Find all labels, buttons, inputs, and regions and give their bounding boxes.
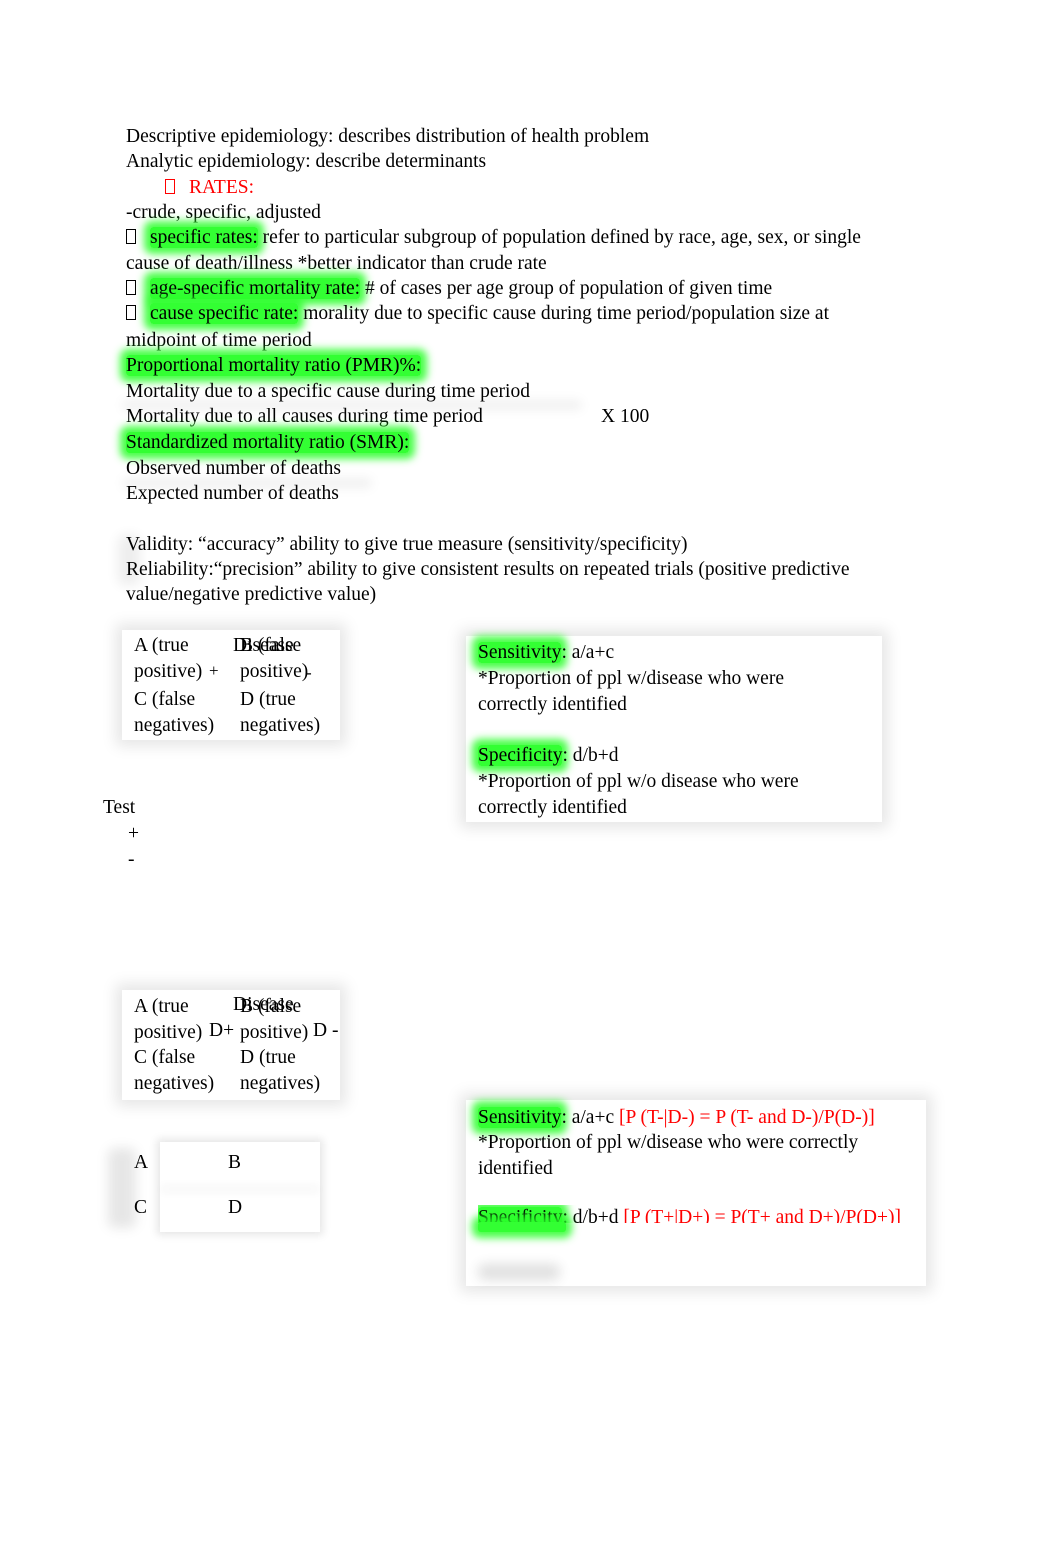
descriptive-epidemiology-line: Descriptive epidemiology: describes dist…: [126, 126, 650, 147]
box2-sensitivity-row: Sensitivity: a/a+c [P (T-|D-) = P (T- an…: [478, 1105, 875, 1130]
definition-specific-rates-continuation: cause of death/illness *better indicator…: [126, 253, 547, 274]
rate-item-cause-specific: cause specific rate: morality due to spe…: [126, 301, 829, 326]
test-plus-label: +: [128, 823, 139, 844]
box1-sensitivity-term: Sensitivity: [478, 642, 562, 663]
table2-cell-d: D (true negatives): [240, 1047, 321, 1094]
box1-specificity-note: *Proportion of ppl w/o disease who were …: [478, 771, 799, 818]
box2-sensitivity-term: Sensitivity: [478, 1107, 562, 1128]
smr-heading-row: Standardized mortality ratio (SMR):: [126, 430, 410, 455]
rates-heading: RATES:: [189, 177, 255, 198]
box1-sensitivity-formula: : a/a+c: [561, 642, 615, 663]
bullet-icon: [126, 280, 136, 295]
table1-disease-label: Disease: [233, 635, 294, 656]
box2-obscured-text: [478, 1264, 560, 1280]
pmr-multiplier: X 100: [601, 406, 650, 427]
pmr-denominator: Mortality due to all causes during time …: [126, 406, 483, 427]
bullet-icon: [126, 229, 136, 244]
box2-specificity-term: Specificity: [478, 1207, 563, 1223]
table3-cell-c: C: [134, 1197, 148, 1218]
definition-cause-specific-continuation: midpoint of time period: [126, 330, 312, 351]
table2-cell-c: C (false negatives): [134, 1047, 215, 1094]
validity-line: Validity: “accuracy” ability to give tru…: [126, 534, 688, 555]
box2-sensitivity-formula: : a/a+c: [561, 1107, 619, 1128]
box1-specificity-term: Specificity: [478, 745, 563, 766]
bullet-icon: [165, 179, 175, 194]
definition-cause-specific: morality due to specific cause during ti…: [298, 303, 830, 324]
reliability-line: Reliability:“precision” ability to give …: [126, 559, 850, 580]
table2-col-d-plus: D+: [209, 1020, 235, 1041]
test-minus-label: -: [128, 849, 135, 870]
bullet-icon: [126, 305, 136, 320]
box2-specificity-probability: [P (T+|D+) = P(T+ and D+)/P(D+)]: [623, 1207, 901, 1223]
term-cause-specific-rate: cause specific rate:: [150, 303, 299, 324]
table3-cell-d: D: [228, 1197, 243, 1218]
box1-sensitivity-note: *Proportion of ppl w/disease who were co…: [478, 668, 784, 715]
rate-item-age-specific: age-specific mortality rate: # of cases …: [126, 276, 772, 301]
reliability-line-continuation: value/negative predictive value): [126, 584, 377, 605]
rates-heading-row: RATES:: [165, 175, 254, 200]
table1-col-plus: +: [209, 661, 219, 680]
table2-col-d-minus: D -: [313, 1020, 339, 1041]
box1-specificity-formula: : d/b+d: [562, 745, 619, 766]
table1-cell-c: C (false negatives): [134, 689, 215, 736]
box2-specificity-row: Specificity: d/b+d [P (T+|D+) = P(T+ and…: [478, 1205, 938, 1223]
box1-specificity-row: Specificity: d/b+d: [478, 743, 618, 768]
box2-specificity-formula: : d/b+d: [562, 1207, 624, 1223]
analytic-epidemiology-line: Analytic epidemiology: describe determin…: [126, 151, 487, 172]
box2-highlight-remnant: [478, 1222, 566, 1232]
rate-types-line: -crude, specific, adjusted: [126, 202, 321, 223]
pmr-heading-row: Proportional mortality ratio (PMR)%:: [126, 353, 422, 378]
table1-cell-d: D (true negatives): [240, 689, 321, 736]
definition-specific-rates: refer to particular subgroup of populati…: [257, 227, 861, 248]
table2-disease-label: Disease: [233, 994, 294, 1015]
rate-item-specific: specific rates: refer to particular subg…: [126, 225, 861, 250]
definition-age-specific: # of cases per age group of population o…: [360, 278, 773, 299]
test-label: Test: [103, 797, 136, 818]
blurred-row-labels: [108, 1148, 136, 1228]
box2-sensitivity-probability: [P (T-|D-) = P (T- and D-)/P(D-)]: [619, 1107, 875, 1128]
smr-denominator: Expected number of deaths: [126, 483, 339, 504]
pmr-heading: Proportional mortality ratio (PMR)%:: [126, 355, 422, 376]
table1-cell-a: A (true positive): [134, 635, 203, 682]
term-specific-rates: specific rates:: [150, 227, 258, 248]
box2-sensitivity-note: *Proportion of ppl w/disease who were co…: [478, 1132, 859, 1179]
table3-cell-a: A: [134, 1152, 149, 1173]
box1-sensitivity-row: Sensitivity: a/a+c: [478, 640, 614, 665]
table1-col-minus: -: [306, 663, 312, 682]
smr-heading: Standardized mortality ratio (SMR):: [126, 432, 410, 453]
term-age-specific-mortality-rate: age-specific mortality rate:: [150, 278, 361, 299]
table3-cell-b: B: [228, 1152, 242, 1173]
table3-row-divider: [160, 1186, 320, 1192]
